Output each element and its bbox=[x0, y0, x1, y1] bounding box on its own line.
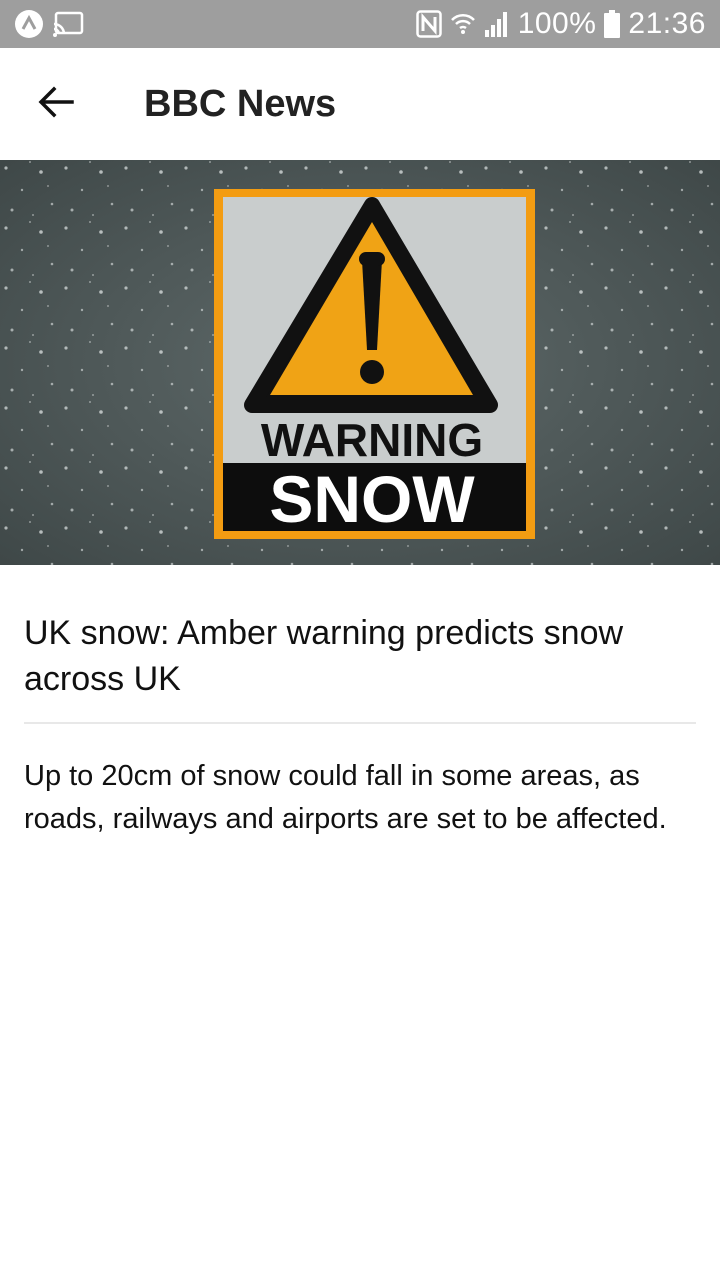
status-bar: 100% 21:36 bbox=[0, 0, 720, 48]
sign-snow-text: SNOW bbox=[269, 462, 475, 536]
status-left-icons bbox=[14, 9, 84, 39]
app-title: BBC News bbox=[144, 82, 337, 125]
arrow-left-icon bbox=[38, 86, 74, 123]
battery-percent: 100% bbox=[517, 7, 597, 40]
battery-icon bbox=[604, 10, 621, 38]
sign-warning-text: WARNING bbox=[261, 414, 483, 466]
status-right-icons: 100% 21:36 bbox=[415, 7, 706, 41]
warning-sign: WARNING SNOW bbox=[214, 189, 535, 539]
article-hero-image[interactable]: WARNING SNOW bbox=[0, 160, 720, 565]
nfc-icon bbox=[415, 10, 442, 38]
clock: 21:36 bbox=[628, 7, 706, 40]
app-notification-icon bbox=[14, 9, 44, 39]
app-bar: BBC News bbox=[0, 48, 720, 160]
signal-icon bbox=[484, 10, 510, 38]
article-summary: Up to 20cm of snow could fall in some ar… bbox=[24, 760, 667, 835]
article-headline: UK snow: Amber warning predicts snow acr… bbox=[24, 614, 624, 698]
cast-icon bbox=[52, 10, 84, 38]
back-button[interactable] bbox=[16, 64, 96, 144]
wifi-icon bbox=[450, 10, 476, 38]
divider bbox=[24, 722, 696, 724]
